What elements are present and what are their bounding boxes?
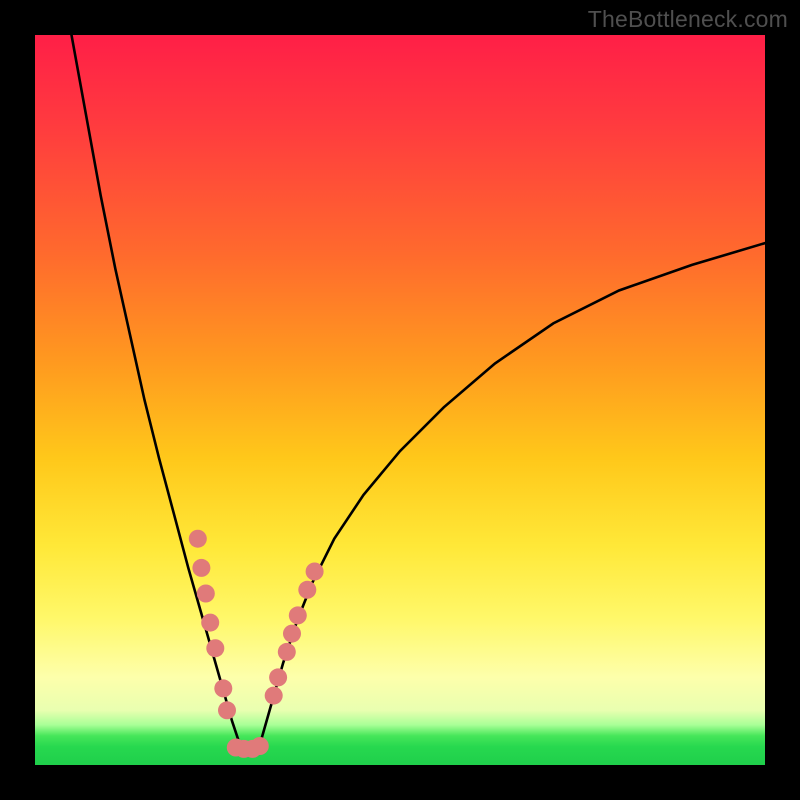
marker-dot [265, 687, 283, 705]
plot-area [35, 35, 765, 765]
marker-dot [298, 581, 316, 599]
marker-dot [214, 679, 232, 697]
marker-dot [278, 643, 296, 661]
outer-frame: TheBottleneck.com [0, 0, 800, 800]
marker-dot [206, 639, 224, 657]
marker-dot [197, 585, 215, 603]
chart-svg [35, 35, 765, 765]
marker-dot [251, 737, 269, 755]
marker-dot [189, 530, 207, 548]
marker-dot [289, 606, 307, 624]
marker-dot [306, 563, 324, 581]
marker-dot [218, 701, 236, 719]
marker-group [189, 530, 324, 758]
marker-dot [269, 668, 287, 686]
marker-dot [192, 559, 210, 577]
marker-dot [283, 625, 301, 643]
marker-dot [201, 614, 219, 632]
watermark-text: TheBottleneck.com [588, 6, 788, 33]
bottleneck-curve [72, 35, 766, 749]
